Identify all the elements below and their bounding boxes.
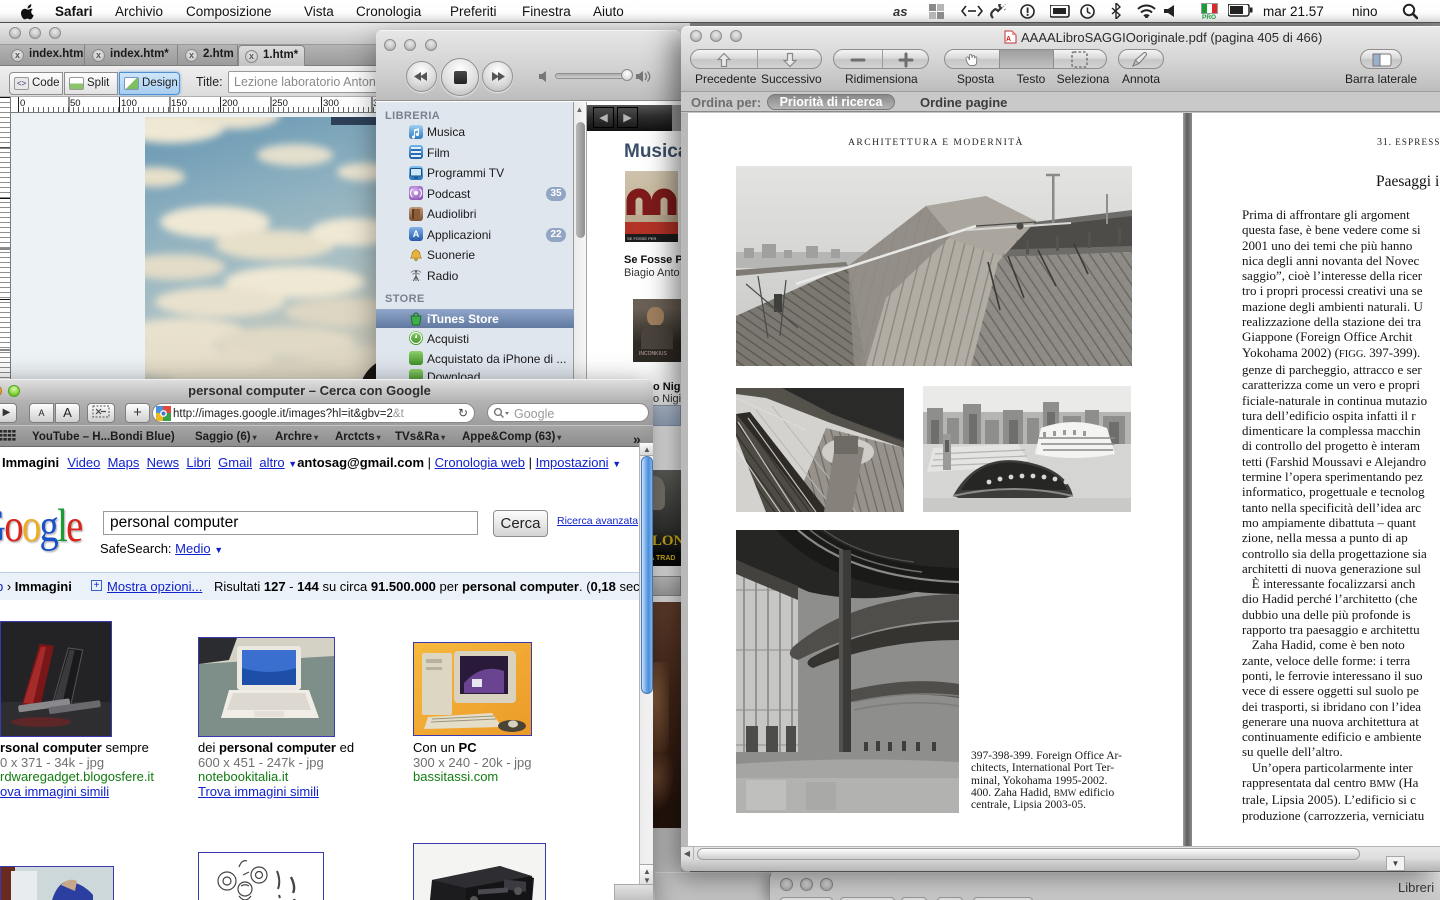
svg-text:A: A — [1006, 36, 1011, 43]
svg-text:as: as — [893, 5, 907, 18]
